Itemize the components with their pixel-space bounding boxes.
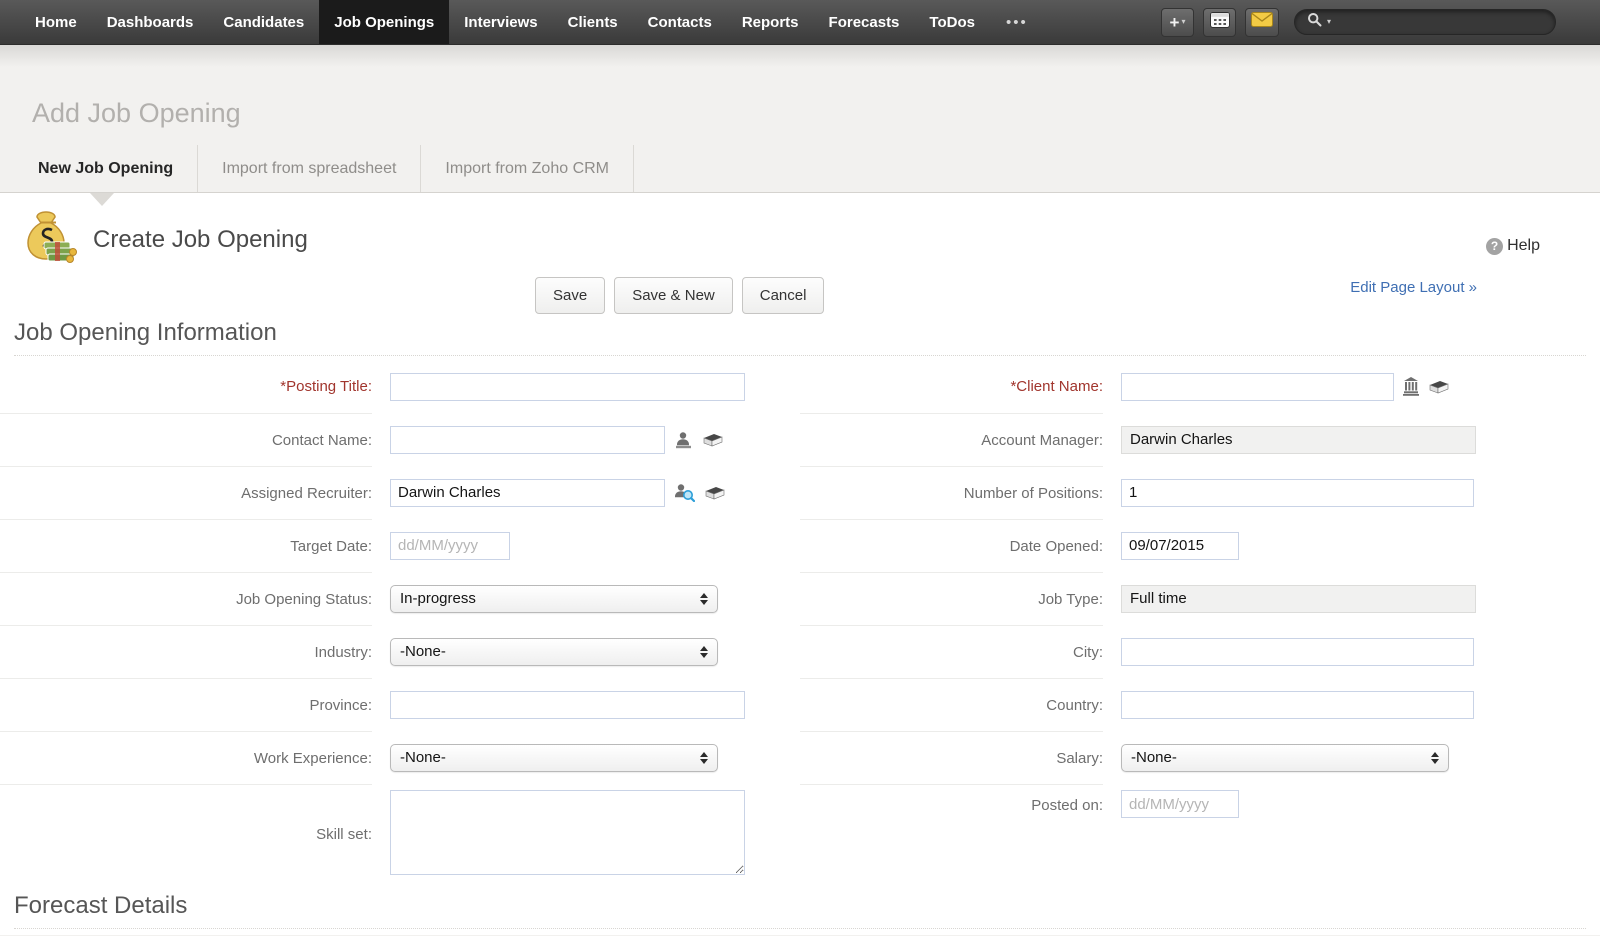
record-header: Create Job Opening — [0, 193, 1600, 271]
chevron-down-icon: ▾ — [1181, 17, 1186, 26]
date-opened-input[interactable] — [1121, 531, 1239, 560]
posting-title-input[interactable] — [390, 372, 745, 401]
eraser-icon[interactable] — [702, 433, 723, 447]
nav-item-contacts[interactable]: Contacts — [633, 0, 727, 44]
province-input[interactable] — [390, 690, 745, 719]
work-experience-select[interactable]: -None- — [390, 743, 718, 772]
city-input[interactable] — [1121, 637, 1474, 666]
content-panel: Create Job Opening ? Help Edit Page Layo… — [0, 193, 1600, 935]
contact-lookup-icon[interactable] — [674, 431, 693, 449]
page-title: Add Job Opening — [32, 98, 241, 128]
nav-item-reports[interactable]: Reports — [727, 0, 814, 44]
industry-label: Industry: — [0, 625, 372, 678]
job-opening-status-label: Job Opening Status: — [0, 572, 372, 625]
nav-overflow-button[interactable]: ••• — [990, 0, 1044, 44]
client-name-label: *Client Name: — [1010, 378, 1103, 395]
salary-value: -None- — [1131, 749, 1177, 766]
skill-set-textarea[interactable] — [390, 790, 745, 875]
quick-add-button[interactable]: + ▾ — [1161, 7, 1194, 37]
eraser-icon[interactable] — [704, 486, 725, 500]
work-experience-label: Work Experience: — [0, 731, 372, 784]
account-manager-field: Darwin Charles — [1121, 425, 1476, 454]
client-name-input[interactable] — [1121, 372, 1394, 401]
mail-button[interactable] — [1245, 7, 1279, 37]
work-experience-value: -None- — [400, 749, 446, 766]
section-title-forecast-details: Forecast Details — [14, 892, 1586, 929]
tab-new-job-opening[interactable]: New Job Opening — [14, 145, 199, 192]
city-label: City: — [800, 625, 1103, 678]
job-type-label: Job Type: — [800, 572, 1103, 625]
province-label: Province: — [0, 678, 372, 731]
select-arrows-icon — [692, 592, 708, 605]
number-of-positions-input[interactable] — [1121, 478, 1474, 507]
account-manager-label: Account Manager: — [800, 413, 1103, 466]
contact-name-input[interactable] — [390, 425, 665, 454]
posted-on-input[interactable] — [1121, 790, 1239, 818]
nav-shadow — [0, 45, 1600, 67]
assigned-recruiter-input[interactable] — [390, 478, 665, 507]
salary-select[interactable]: -None- — [1121, 743, 1449, 772]
calendar-button[interactable] — [1203, 7, 1236, 37]
nav-tools: + ▾ ▾ — [1161, 0, 1600, 44]
select-arrows-icon — [1423, 751, 1439, 764]
industry-value: -None- — [400, 643, 446, 660]
edit-page-layout-link[interactable]: Edit Page Layout » — [1350, 279, 1477, 296]
section-title-job-opening-information: Job Opening Information — [14, 319, 1586, 356]
nav-item-forecasts[interactable]: Forecasts — [814, 0, 915, 44]
assigned-recruiter-label: Assigned Recruiter: — [0, 466, 372, 519]
record-title: Create Job Opening — [93, 226, 308, 253]
select-arrows-icon — [692, 751, 708, 764]
calendar-icon — [1209, 11, 1230, 33]
tab-import-from-zoho-crm[interactable]: Import from Zoho CRM — [421, 145, 635, 192]
date-opened-label: Date Opened: — [800, 519, 1103, 572]
eraser-icon[interactable] — [1428, 380, 1449, 394]
search-caret-icon: ▾ — [1327, 17, 1332, 26]
form-left-column: *Posting Title: Contact Name: Assigned R… — [0, 360, 800, 884]
save-and-new-button[interactable]: Save & New — [614, 277, 733, 314]
salary-label: Salary: — [800, 731, 1103, 784]
client-lookup-icon[interactable] — [1403, 377, 1419, 396]
global-search-input[interactable]: ▾ — [1294, 9, 1556, 35]
contact-name-label: Contact Name: — [0, 413, 372, 466]
user-lookup-icon[interactable] — [674, 483, 695, 502]
tab-strip: New Job Opening Import from spreadsheet … — [0, 145, 1600, 193]
tab-import-from-spreadsheet[interactable]: Import from spreadsheet — [198, 145, 422, 192]
cancel-button[interactable]: Cancel — [741, 277, 825, 314]
nav-item-home[interactable]: Home — [20, 0, 92, 44]
top-nav: Home Dashboards Candidates Job Openings … — [0, 0, 1600, 45]
select-arrows-icon — [692, 645, 708, 658]
target-date-label: Target Date: — [0, 519, 372, 572]
save-button[interactable]: Save — [535, 277, 606, 314]
posting-title-label: *Posting Title: — [280, 378, 372, 395]
target-date-input[interactable] — [390, 531, 510, 560]
job-type-field: Full time — [1121, 584, 1476, 613]
number-of-positions-label: Number of Positions: — [800, 466, 1103, 519]
form-right-column: *Client Name: Account Manager: Darwin Ch… — [800, 360, 1600, 884]
nav-item-clients[interactable]: Clients — [553, 0, 633, 44]
posted-on-label: Posted on: — [800, 784, 1103, 884]
job-opening-status-select[interactable]: In-progress — [390, 584, 718, 613]
money-bag-icon — [20, 210, 78, 270]
nav-item-job-openings[interactable]: Job Openings — [319, 0, 450, 44]
nav-item-todos[interactable]: ToDos — [914, 0, 990, 44]
job-opening-status-value: In-progress — [400, 590, 476, 607]
help-icon: ? — [1486, 237, 1504, 255]
help-label: Help — [1507, 237, 1540, 254]
search-icon — [1307, 12, 1322, 32]
nav-item-interviews[interactable]: Interviews — [449, 0, 552, 44]
country-input[interactable] — [1121, 690, 1474, 719]
skill-set-label: Skill set: — [0, 784, 372, 884]
plus-icon: + — [1169, 12, 1180, 32]
industry-select[interactable]: -None- — [390, 637, 718, 666]
nav-item-candidates[interactable]: Candidates — [208, 0, 319, 44]
help-button[interactable]: ? Help — [1486, 237, 1540, 255]
nav-item-dashboards[interactable]: Dashboards — [92, 0, 209, 44]
country-label: Country: — [800, 678, 1103, 731]
active-tab-caret-icon — [90, 193, 114, 206]
job-opening-form: *Posting Title: Contact Name: Assigned R… — [0, 360, 1600, 884]
mail-icon — [1251, 12, 1273, 32]
